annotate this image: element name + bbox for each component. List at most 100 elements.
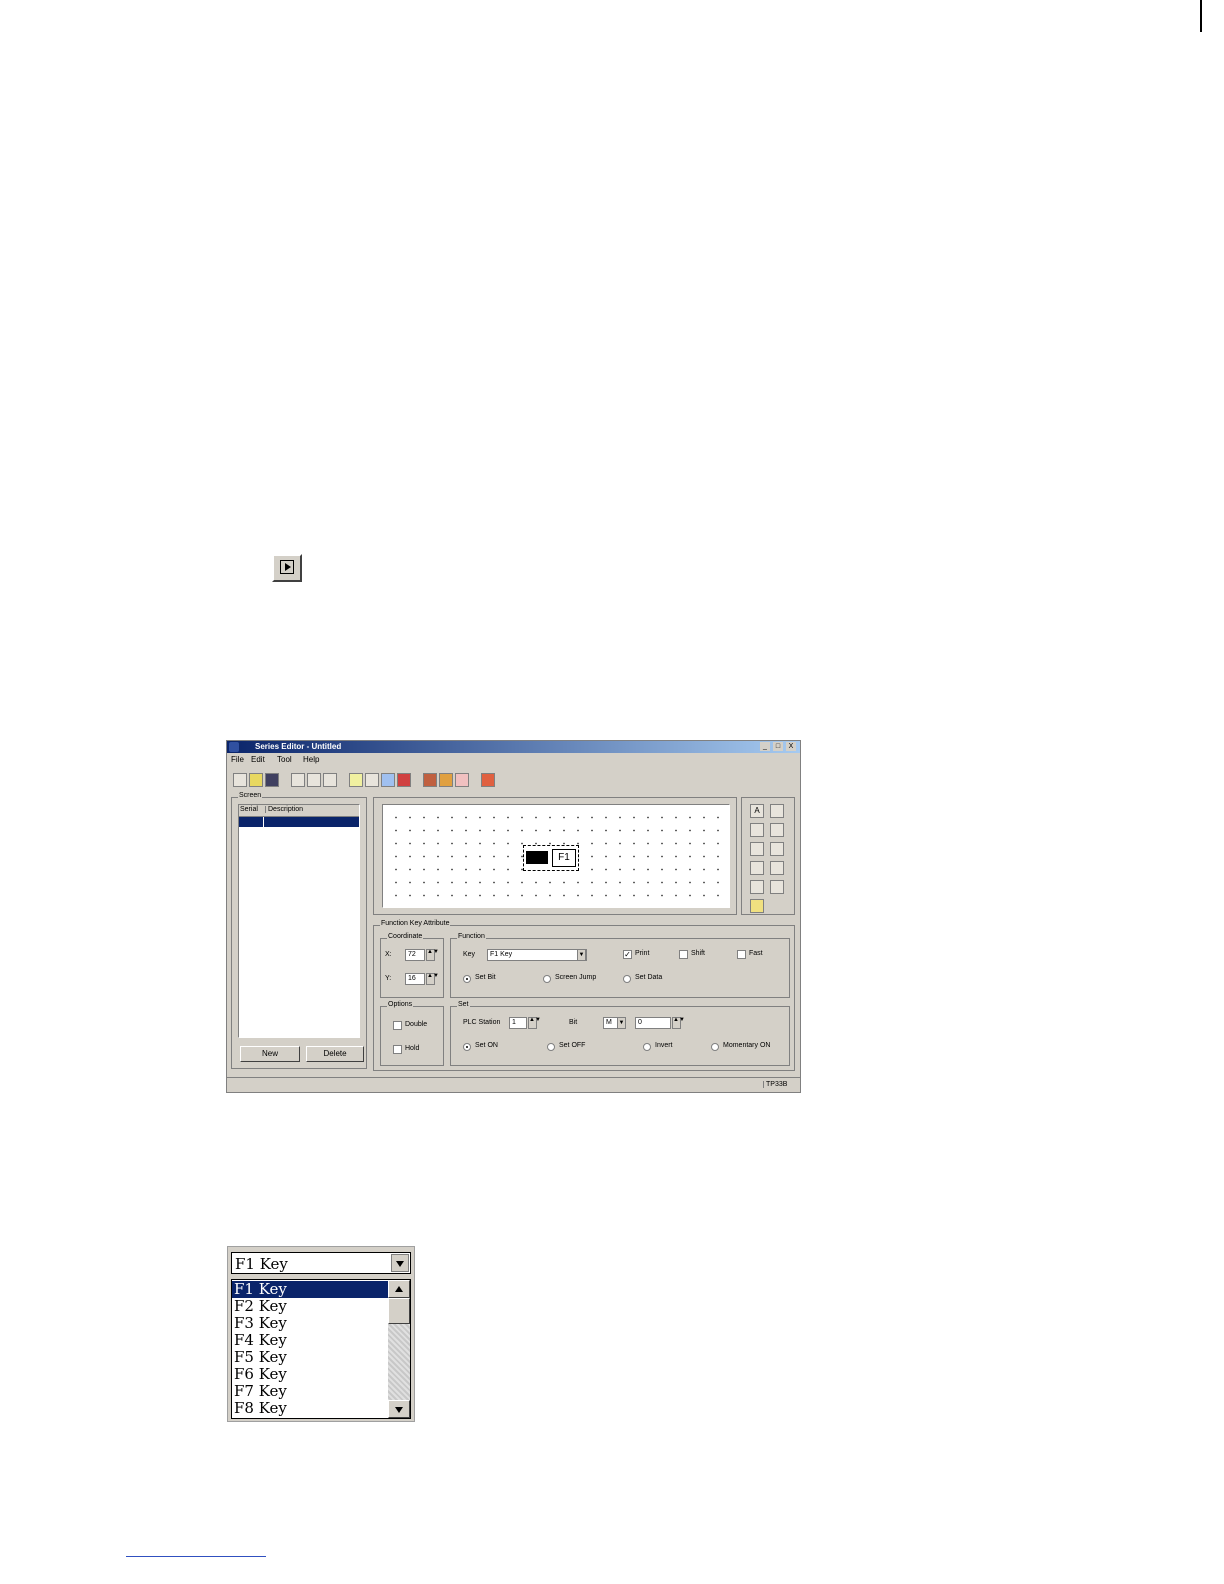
cut-icon[interactable] [291, 773, 305, 787]
y-label: Y: [385, 975, 392, 982]
close-button[interactable]: X [786, 742, 796, 751]
delete-button[interactable]: Delete [306, 1046, 364, 1062]
new-button[interactable]: New [240, 1046, 300, 1062]
message-tool-icon[interactable] [750, 899, 764, 913]
column-description[interactable]: Description [265, 806, 303, 813]
canvas-frame: F1 [373, 797, 737, 915]
function-label: Function [457, 933, 486, 940]
screen-jump-label: Screen Jump [555, 974, 597, 981]
alarm-tool-icon[interactable] [770, 880, 784, 894]
list-item[interactable]: F5 Key [232, 1349, 388, 1366]
list-item[interactable]: F6 Key [232, 1366, 388, 1383]
double-label: Double [405, 1021, 428, 1028]
key-select[interactable]: F1 Key [487, 949, 587, 961]
fast-checkbox[interactable] [737, 950, 746, 959]
transfer-icon[interactable] [481, 773, 495, 787]
function-key-attribute-label: Function Key Attribute [380, 920, 451, 927]
list-item[interactable]: F2 Key [232, 1298, 388, 1315]
list-item[interactable]: F7 Key [232, 1383, 388, 1400]
set-on-label: Set ON [475, 1042, 498, 1049]
set-bit-label: Set Bit [475, 974, 496, 981]
list-item[interactable]: F1 Key [232, 1281, 388, 1298]
set-on-radio[interactable] [463, 1043, 471, 1051]
edit-screen-icon[interactable] [365, 773, 379, 787]
function-group: Function Key F1 Key ▼ ✓ Print Shift Fast… [450, 933, 790, 998]
delete-screen-icon[interactable] [397, 773, 411, 787]
screen-jump-radio[interactable] [543, 975, 551, 983]
compile-icon[interactable] [423, 773, 437, 787]
screen-list-header: Serial Description [239, 805, 359, 817]
scroll-down-icon[interactable] [388, 1400, 410, 1418]
hold-checkbox[interactable] [393, 1045, 402, 1054]
menu-tool[interactable]: Tool [277, 755, 292, 764]
options-label: Options [387, 1001, 414, 1008]
new-file-icon[interactable] [233, 773, 247, 787]
set-off-label: Set OFF [559, 1042, 586, 1049]
menu-file[interactable]: File [231, 755, 244, 764]
copy-icon[interactable] [307, 773, 321, 787]
toolbar [231, 771, 791, 789]
gear-icon[interactable] [750, 842, 764, 856]
new-screen-icon[interactable] [349, 773, 363, 787]
list-item[interactable]: F3 Key [232, 1315, 388, 1332]
set-data-label: Set Data [635, 974, 663, 981]
chart-tool-icon[interactable] [770, 823, 784, 837]
x-label: X: [385, 951, 392, 958]
bit-address-spinner[interactable]: ▲▼ [672, 1017, 685, 1029]
scroll-thumb[interactable] [388, 1298, 410, 1324]
function-key-object[interactable]: F1 [523, 845, 579, 871]
window-title: Series Editor - Untitled [255, 742, 342, 751]
double-checkbox[interactable] [393, 1021, 402, 1030]
key-tool-icon[interactable] [770, 842, 784, 856]
paste-icon[interactable] [323, 773, 337, 787]
screen-list[interactable]: Serial Description [238, 804, 360, 1038]
x-spinner[interactable]: ▲▼ [426, 949, 439, 961]
maximize-button[interactable]: □ [773, 742, 783, 751]
plc-station-input[interactable]: 1 [509, 1017, 527, 1029]
momentary-on-radio[interactable] [711, 1043, 719, 1051]
set-group: Set PLC Station 1 ▲▼ Bit M ▼ 0 ▲▼ Set ON… [450, 1001, 790, 1066]
shift-checkbox[interactable] [679, 950, 688, 959]
set-off-radio[interactable] [547, 1043, 555, 1051]
menu-help[interactable]: Help [303, 755, 319, 764]
bit-type-arrow[interactable]: ▼ [617, 1017, 626, 1029]
invert-label: Invert [655, 1042, 673, 1049]
trend-tool-icon[interactable] [770, 861, 784, 875]
column-serial[interactable]: Serial [240, 806, 258, 813]
momentary-on-label: Momentary ON [723, 1042, 771, 1049]
x-input[interactable]: 72 [405, 949, 425, 961]
set-data-radio[interactable] [623, 975, 631, 983]
text-tool-icon[interactable]: A [750, 804, 764, 818]
dropdown-scrollbar[interactable] [388, 1280, 410, 1418]
set-bit-radio[interactable] [463, 975, 471, 983]
y-input[interactable]: 16 [405, 973, 425, 985]
function-key-tool-icon[interactable] [750, 880, 764, 894]
lamp-tool-icon[interactable] [750, 823, 764, 837]
plc-station-spinner[interactable]: ▲▼ [528, 1017, 541, 1029]
key-pointer-icon [526, 851, 548, 864]
upload-icon[interactable] [455, 773, 469, 787]
screen-view-icon[interactable] [381, 773, 395, 787]
key-select-arrow[interactable]: ▼ [577, 949, 586, 961]
key-dropdown-field[interactable]: F1 Key [231, 1252, 411, 1274]
bit-address-input[interactable]: 0 [635, 1017, 671, 1029]
object-palette: A [741, 797, 795, 915]
screen-canvas[interactable]: F1 [382, 804, 730, 908]
list-item[interactable]: F8 Key [232, 1400, 388, 1417]
minimize-button[interactable]: _ [760, 742, 770, 751]
play-button[interactable] [272, 554, 302, 582]
print-checkbox[interactable]: ✓ [623, 950, 632, 959]
scroll-up-icon[interactable] [388, 1280, 410, 1298]
bitmap-tool-icon[interactable] [750, 861, 764, 875]
list-item[interactable]: F4 Key [232, 1332, 388, 1349]
y-spinner[interactable]: ▲▼ [426, 973, 439, 985]
save-icon[interactable] [265, 773, 279, 787]
open-folder-icon[interactable] [249, 773, 263, 787]
status-model: TP33B [763, 1081, 787, 1088]
download-icon[interactable] [439, 773, 453, 787]
menu-edit[interactable]: Edit [251, 755, 265, 764]
invert-radio[interactable] [643, 1043, 651, 1051]
line-tool-icon[interactable] [770, 804, 784, 818]
screen-list-selected-row[interactable] [239, 817, 359, 827]
chevron-down-icon[interactable] [391, 1254, 409, 1272]
